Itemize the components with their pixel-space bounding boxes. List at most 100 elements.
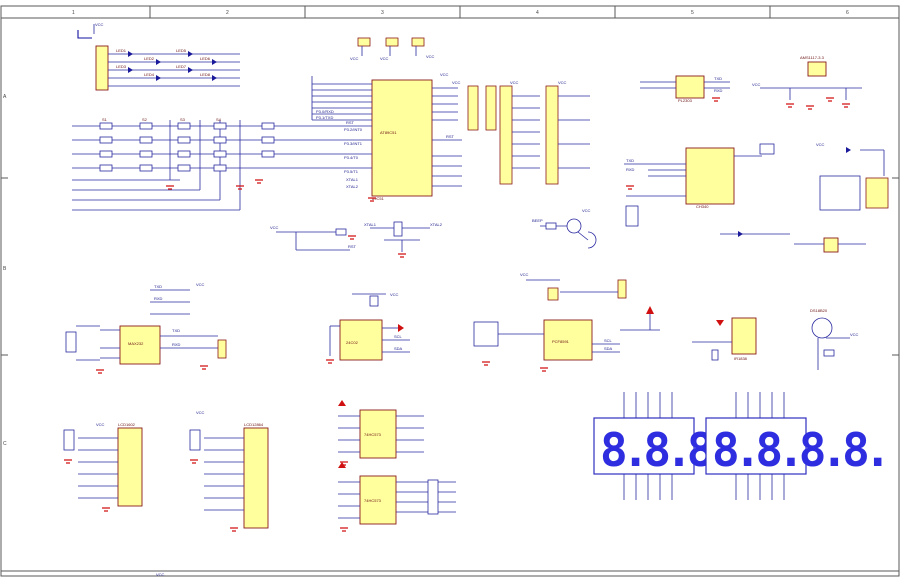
key-switch [261, 150, 275, 158]
header-connector [411, 37, 425, 47]
serial-header [217, 339, 227, 359]
key-switch [213, 122, 227, 130]
chip-label: LCD12864 [244, 422, 264, 427]
ground-symbol [806, 105, 814, 110]
mcu-chip [371, 79, 433, 197]
key-switch [261, 136, 275, 144]
vcc-label: VCC [816, 142, 825, 147]
led-label: LED7 [176, 64, 187, 69]
led-label: LED6 [200, 56, 211, 61]
led-diode-icon [188, 67, 193, 73]
ground-symbol [102, 507, 110, 512]
usb-serial-block: CH340 TXD RXD [624, 143, 790, 237]
net-label: P3.2/INT0 [344, 127, 363, 132]
net-label: P3.1/TXD [316, 115, 333, 120]
vcc-label: VCC [752, 82, 761, 87]
ground-symbol [540, 367, 548, 372]
vcc-label: VCC [270, 225, 279, 230]
buzzer-circuit: BEEP VCC [532, 208, 597, 249]
jumper-header [617, 279, 627, 299]
ground-symbol [340, 527, 348, 532]
net-label: TXD [172, 328, 180, 333]
column-marker: 5 [691, 10, 694, 16]
segment-resistors [427, 479, 439, 515]
net-label: RXD [172, 342, 181, 347]
column-marker: 1 [72, 10, 75, 16]
key-switch [99, 164, 113, 172]
usb-port-body [819, 175, 861, 211]
key-label: S1 [102, 117, 108, 122]
ground-symbol [255, 179, 263, 184]
key-label: S2 [142, 117, 148, 122]
key-switch [99, 150, 113, 158]
vcc-label: VCC [380, 56, 389, 61]
key-switch [177, 122, 191, 130]
led-bank: VCC LED1 LED2 LED3 LED4 LED5 LED6 LED7 L… [77, 22, 240, 91]
vcc-label: VCC [440, 72, 449, 77]
reset-resistor [335, 228, 347, 236]
net-label: SCL [394, 334, 403, 339]
eeprom-block: 24C02 SCL SDA VCC [326, 292, 410, 364]
key-switch [177, 164, 191, 172]
column-marker: 2 [226, 10, 229, 16]
ground-symbol [626, 185, 634, 190]
ground-symbol [826, 97, 834, 102]
ground-symbol [166, 185, 174, 190]
power-arrow-icon [338, 400, 346, 406]
led-diode-icon [128, 67, 133, 73]
key-switch [139, 150, 153, 158]
ground-symbol [482, 361, 490, 366]
net-label: TXD [626, 158, 634, 163]
potentiometer [473, 321, 499, 347]
chip-label: AMS1117-3.3 [800, 55, 825, 60]
led-label: LED2 [144, 56, 155, 61]
pin-header [485, 85, 497, 131]
jumper-header [547, 287, 559, 301]
net-label: XTAL1 [364, 222, 377, 227]
pin-header [499, 85, 513, 185]
net-label: P3.3/INT1 [344, 141, 363, 146]
vcc-label: VCC [452, 80, 461, 85]
key-switch [99, 122, 113, 130]
ground-symbol [190, 459, 198, 464]
led-diode-icon [188, 51, 193, 57]
chip-label: LCD1602 [118, 422, 136, 427]
ch340-chip [685, 147, 735, 205]
column-marker: 4 [536, 10, 539, 16]
lcd1602-block: LCD1602 VCC [63, 422, 143, 512]
latch-block: 74HC573 74HC573 [338, 400, 456, 532]
resistor-network [95, 45, 109, 91]
header-connector [385, 37, 399, 47]
sensor-resistor [823, 349, 835, 357]
ground-symbol [786, 103, 794, 108]
key-label: S4 [216, 117, 222, 122]
ground-symbol [326, 359, 334, 364]
uart-bridge: PL2303 TXD RXD [640, 75, 730, 103]
sensor-block: IR1838 DS18B20 VCC [692, 308, 859, 370]
net-label: P3.4/T0 [344, 155, 359, 160]
net-label: BEEP [532, 218, 543, 223]
chip-label: CH340 [696, 204, 709, 209]
ds18b20-sensor [811, 317, 833, 339]
key-switch [213, 164, 227, 172]
row-markers: A B C [3, 94, 7, 447]
net-label: RST [446, 134, 455, 139]
led-diode-icon [212, 59, 217, 65]
power-arrow-icon [398, 324, 404, 332]
diode-icon [846, 147, 851, 153]
ground-symbol [96, 369, 104, 374]
vcc-label: VCC [95, 22, 104, 27]
key-switch [177, 150, 191, 158]
net-label: XTAL2 [346, 184, 359, 189]
net-label: P3.5/T1 [344, 169, 359, 174]
io-headers: VCC VCC [467, 80, 590, 185]
mcu-name: AT89C51 [380, 130, 397, 135]
key-switch [99, 136, 113, 144]
led-diode-icon [156, 75, 161, 81]
vcc-label: VCC [350, 56, 359, 61]
led-label: LED5 [176, 48, 187, 53]
max232-block: MAX232 TXD RXD TXD RXD VCC [65, 282, 227, 374]
chip-label: IR1838 [734, 356, 748, 361]
adc-block: PCF8591 SCL SDA VCC [473, 272, 660, 372]
lcd12864-header [243, 427, 269, 529]
